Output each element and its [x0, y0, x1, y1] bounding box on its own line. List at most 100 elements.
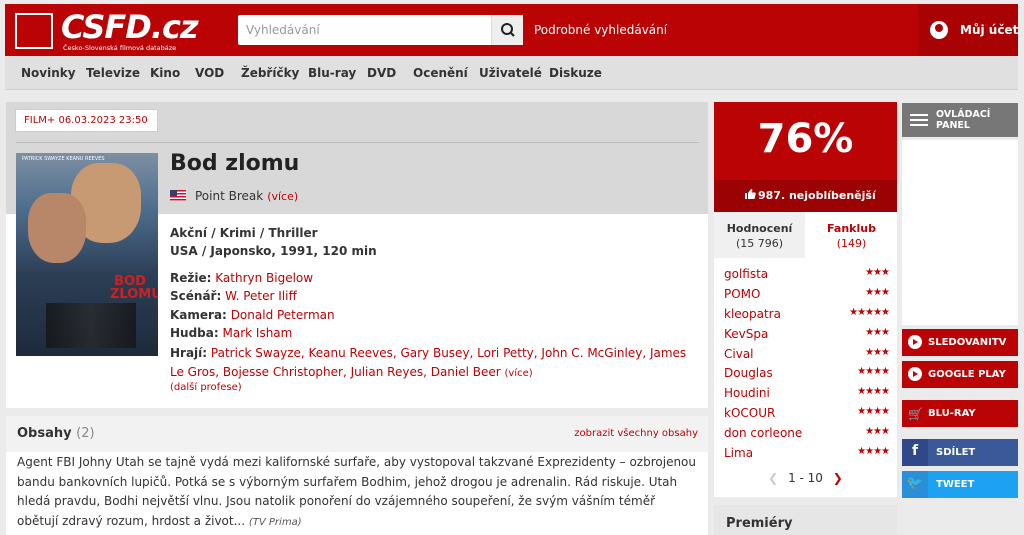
search-button[interactable] [491, 15, 523, 45]
user-rating-row: Douglas ★★★★ [724, 363, 890, 383]
star-rating-icon: ★★★★ [857, 386, 890, 398]
user-name-link[interactable]: don corleone [724, 426, 802, 440]
user-name-link[interactable]: Cival [724, 347, 754, 361]
tweet-label: TWEET [936, 479, 975, 490]
logo-text: CSFD.cz [61, 8, 199, 46]
alt-title: Point Break (více) [195, 189, 298, 203]
sledovanitv-button[interactable]: SLEDOVANITV [902, 329, 1018, 356]
user-rating-row: Houdini ★★★★ [724, 383, 890, 403]
more-professions-link[interactable]: (další profese) [170, 382, 242, 393]
writer-link[interactable]: W. Peter Iliff [225, 289, 297, 303]
star-rating-icon: ★★★ [865, 426, 890, 438]
rating-rank[interactable]: 987. nejoblíbenější [714, 180, 897, 212]
crew-label: Scénář: [170, 289, 222, 303]
user-name-link[interactable]: KevSpa [724, 327, 768, 341]
alt-title-text: Point Break [195, 189, 264, 203]
film-poster[interactable]: PATRICK SWAYZE KEANU REEVES BOD ZLOMU [16, 153, 158, 356]
search-input[interactable] [238, 15, 488, 45]
user-name-link[interactable]: Douglas [724, 366, 773, 380]
logo-tagline: Česko-Slovenská filmová databáze [63, 44, 177, 52]
google-play-button[interactable]: GOOGLE PLAY [902, 361, 1018, 388]
nav-item-televize[interactable]: Televize [86, 66, 140, 80]
user-rating-row: don corleone ★★★ [724, 423, 890, 443]
camera-link[interactable]: Donald Peterman [231, 308, 335, 322]
rating-panel: 76% 987. nejoblíbenější Hodnocení (15 79… [714, 102, 897, 497]
user-name-link[interactable]: golfista [724, 267, 768, 281]
film-origin: USA / Japonsko, 1991, 120 min [170, 244, 377, 258]
nav-item-kino[interactable]: Kino [150, 66, 180, 80]
show-all-plots-link[interactable]: zobrazit všechny obsahy [574, 428, 698, 439]
tab-label: Hodnocení [726, 222, 793, 235]
nav-item-novinky[interactable]: Novinky [21, 66, 76, 80]
alt-title-more-link[interactable]: (více) [267, 190, 298, 203]
star-rating-icon: ★★★★ [857, 406, 890, 418]
user-name-link[interactable]: kOCOUR [724, 406, 775, 420]
main-nav: Novinky Televize Kino VOD Žebříčky Blu-r… [5, 56, 1018, 90]
plot-title: Obsahy (2) [17, 426, 95, 441]
poster-title: BOD ZLOMU [110, 274, 158, 302]
cast-more-link[interactable]: (více) [505, 368, 533, 379]
user-rating-row: POMO ★★★ [724, 284, 890, 304]
user-rating-row: KevSpa ★★★ [724, 324, 890, 344]
plot-text: Agent FBI Johny Utah se tajně vydá mezi … [17, 453, 699, 532]
star-rating-icon: ★★★★★ [849, 306, 890, 318]
account-button[interactable]: Můj účet [918, 4, 1018, 56]
nav-item-dvd[interactable]: DVD [367, 66, 396, 80]
logo-mark-icon [15, 13, 53, 49]
rating-tabs: Hodnocení (15 796) Fanklub (149) [714, 212, 897, 258]
crew-label: Hudba: [170, 326, 219, 340]
thumbs-up-icon [745, 189, 756, 199]
control-panel-label: OVLÁDACÍ PANEL [936, 109, 991, 131]
advanced-search-link[interactable]: Podrobné vyhledávání [534, 23, 667, 37]
nav-item-vod[interactable]: VOD [195, 66, 224, 80]
user-icon [930, 21, 948, 39]
crew-camera: Kamera: Donald Peterman [170, 306, 335, 325]
account-label: Můj účet [960, 23, 1019, 37]
director-link[interactable]: Kathryn Bigelow [215, 271, 313, 285]
poster-figures [46, 303, 136, 348]
star-rating-icon: ★★★★ [857, 446, 890, 458]
star-rating-icon: ★★★ [865, 286, 890, 298]
tab-fanclub[interactable]: Fanklub (149) [806, 212, 897, 258]
pager-prev-icon[interactable]: ❮ [768, 471, 778, 485]
play-icon [908, 335, 922, 349]
bluray-button[interactable]: 🛒 BLU-RAY [902, 400, 1018, 427]
rank-text: 987. nejoblíbenější [758, 189, 876, 202]
cast-links[interactable]: Patrick Swayze, Keanu Reeves, Gary Busey… [170, 346, 686, 379]
tab-ratings[interactable]: Hodnocení (15 796) [714, 212, 805, 258]
facebook-icon: f [902, 439, 928, 466]
pager-next-icon[interactable]: ❯ [833, 471, 843, 485]
plot-body: Agent FBI Johny Utah se tajně vydá mezi … [17, 455, 697, 528]
user-name-link[interactable]: kleopatra [724, 307, 781, 321]
user-rating-row: golfista ★★★ [724, 264, 890, 284]
nav-item-uzivatele[interactable]: Uživatelé [479, 66, 542, 80]
tv-badge[interactable]: FILM+ 06.03.2023 23:50 [15, 109, 158, 132]
play-icon [908, 367, 922, 381]
tab-count: (149) [836, 237, 867, 250]
plot-title-text: Obsahy [17, 426, 72, 441]
plot-panel: Obsahy (2) zobrazit všechny obsahy Agent… [6, 416, 708, 535]
site-logo[interactable]: CSFD.cz Česko-Slovenská filmová databáze [15, 8, 199, 54]
star-rating-icon: ★★★ [865, 267, 890, 278]
crew-label: Režie: [170, 271, 212, 285]
user-rating-row: Lima ★★★★ [724, 443, 890, 463]
nav-item-bluray[interactable]: Blu-ray [308, 66, 356, 80]
search-icon [501, 23, 515, 37]
control-panel-button[interactable]: OVLÁDACÍ PANEL [902, 103, 1018, 137]
tab-count: (15 796) [735, 237, 784, 250]
poster-names: PATRICK SWAYZE KEANU REEVES [22, 156, 105, 162]
pager: ❮ 1 - 10 ❯ [714, 471, 897, 485]
user-name-link[interactable]: POMO [724, 287, 760, 301]
site-header: CSFD.cz Česko-Slovenská filmová databáze… [5, 4, 1018, 56]
nav-item-zebricky[interactable]: Žebříčky [241, 66, 299, 80]
tweet-button[interactable]: 🐦 TWEET [902, 471, 1018, 498]
nav-item-diskuze[interactable]: Diskuze [549, 66, 602, 80]
crew-music: Hudba: Mark Isham [170, 324, 292, 343]
facebook-share-button[interactable]: f SDÍLET [902, 439, 1018, 466]
user-name-link[interactable]: Lima [724, 446, 753, 460]
premiery-panel[interactable]: Premiéry [714, 505, 897, 535]
user-rating-row: Cival ★★★ [724, 344, 890, 364]
user-name-link[interactable]: Houdini [724, 386, 770, 400]
nav-item-oceneni[interactable]: Ocenění [413, 66, 468, 80]
music-link[interactable]: Mark Isham [223, 326, 293, 340]
